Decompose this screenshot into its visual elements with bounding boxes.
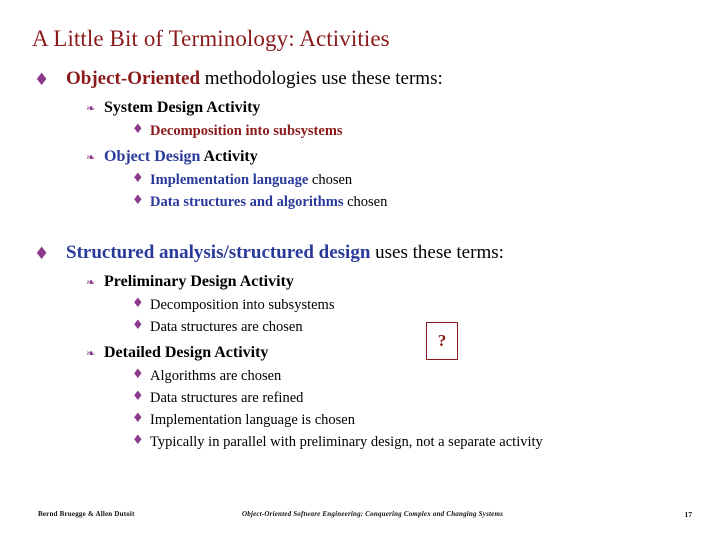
- bullet-level3-decomposition: ♦ Decomposition into subsystems: [122, 121, 690, 141]
- bullet-level3-data-structures-chosen: ♦ Data structures are chosen: [122, 317, 690, 337]
- diamond-bullet-icon: ♦: [132, 433, 144, 448]
- bullet-level3-data-structures-algorithms: ♦ Data structures and algorithms chosen: [122, 192, 690, 212]
- diamond-bullet-icon: ♦: [132, 411, 144, 426]
- bullet-level3-implementation-language: ♦ Implementation language chosen: [122, 170, 690, 190]
- bullet-level2-preliminary-design: ❧ Preliminary Design Activity: [66, 271, 690, 293]
- florette-bullet-icon: ❧: [86, 151, 96, 164]
- bullet-level3-text: Data structures are chosen: [150, 319, 303, 335]
- keyword-object-oriented: Object-Oriented: [66, 68, 201, 89]
- bullet-level3-text: Decomposition into subsystems: [150, 297, 335, 313]
- bullet-level1-structured-analysis: ♦ Structured analysis/structured design …: [30, 240, 690, 266]
- bullet-level2-text: System Design Activity: [104, 99, 261, 116]
- florette-bullet-icon: ❧: [86, 347, 96, 360]
- bullet-level2-object-design: ❧ Object Design Activity: [66, 146, 690, 168]
- bullet-level2-system-design: ❧ System Design Activity: [66, 97, 690, 119]
- bullet-level3-algorithms-chosen: ♦ Algorithms are chosen: [122, 366, 690, 386]
- diamond-bullet-icon: ♦: [132, 367, 144, 382]
- diamond-bullet-icon: ♦: [34, 70, 50, 90]
- page-title: A Little Bit of Terminology: Activities: [32, 26, 390, 51]
- diamond-bullet-icon: ♦: [132, 193, 144, 208]
- bullet-level1-text: uses these terms:: [370, 242, 504, 263]
- bullet-level1-text: methodologies use these terms:: [200, 68, 443, 89]
- florette-bullet-icon: ❧: [86, 276, 96, 289]
- bullet-level3-decomposition-subsystems: ♦ Decomposition into subsystems: [122, 295, 690, 315]
- bullet-level3-text: Typically in parallel with preliminary d…: [150, 434, 543, 450]
- bullet-level3-data-structures-refined: ♦ Data structures are refined: [122, 388, 690, 408]
- diamond-bullet-icon: ♦: [132, 389, 144, 404]
- slide-body: ♦ Object-Oriented methodologies use thes…: [30, 66, 690, 452]
- keyword-implementation-language: Implementation language: [150, 172, 309, 188]
- diamond-bullet-icon: ♦: [132, 296, 144, 311]
- bullet-level3-implementation-language-chosen: ♦ Implementation language is chosen: [122, 410, 690, 430]
- keyword-object-design: Object Design: [104, 148, 201, 165]
- footer-authors: Bernd Bruegge & Allen Dutoit: [38, 510, 135, 518]
- bullet-level2-text: Detailed Design Activity: [104, 344, 269, 361]
- keyword-data-structures-algorithms: Data structures and algorithms: [150, 194, 344, 210]
- diamond-bullet-icon: ♦: [132, 318, 144, 333]
- slide-footer: Bernd Bruegge & Allen Dutoit Object-Orie…: [0, 510, 720, 530]
- bullet-level3-parallel-preliminary: ♦ Typically in parallel with preliminary…: [122, 432, 690, 452]
- bullet-level1-object-oriented: ♦ Object-Oriented methodologies use thes…: [30, 66, 690, 92]
- keyword-structured-analysis: Structured analysis/structured design: [66, 242, 371, 263]
- diamond-bullet-icon: ♦: [132, 122, 144, 137]
- slide: A Little Bit of Terminology: Activities …: [0, 0, 720, 540]
- question-mark-callout: ?: [426, 322, 458, 360]
- diamond-bullet-icon: ♦: [132, 171, 144, 186]
- bullet-level3-text: Decomposition into subsystems: [150, 123, 343, 139]
- bullet-level3-text: chosen: [308, 172, 353, 188]
- diamond-bullet-icon: ♦: [34, 244, 50, 264]
- footer-book-title: Object-Oriented Software Engineering: Co…: [242, 510, 504, 518]
- bullet-level2-detailed-design: ❧ Detailed Design Activity: [66, 342, 690, 364]
- bullet-level3-text: Implementation language is chosen: [150, 412, 355, 428]
- florette-bullet-icon: ❧: [86, 102, 96, 115]
- bullet-level3-text: chosen: [343, 194, 388, 210]
- bullet-level3-text: Data structures are refined: [150, 390, 304, 406]
- bullet-level2-text: Activity: [200, 148, 258, 165]
- footer-page-number: 17: [684, 510, 693, 519]
- bullet-level3-text: Algorithms are chosen: [150, 368, 282, 384]
- bullet-level2-text: Preliminary Design Activity: [104, 273, 294, 290]
